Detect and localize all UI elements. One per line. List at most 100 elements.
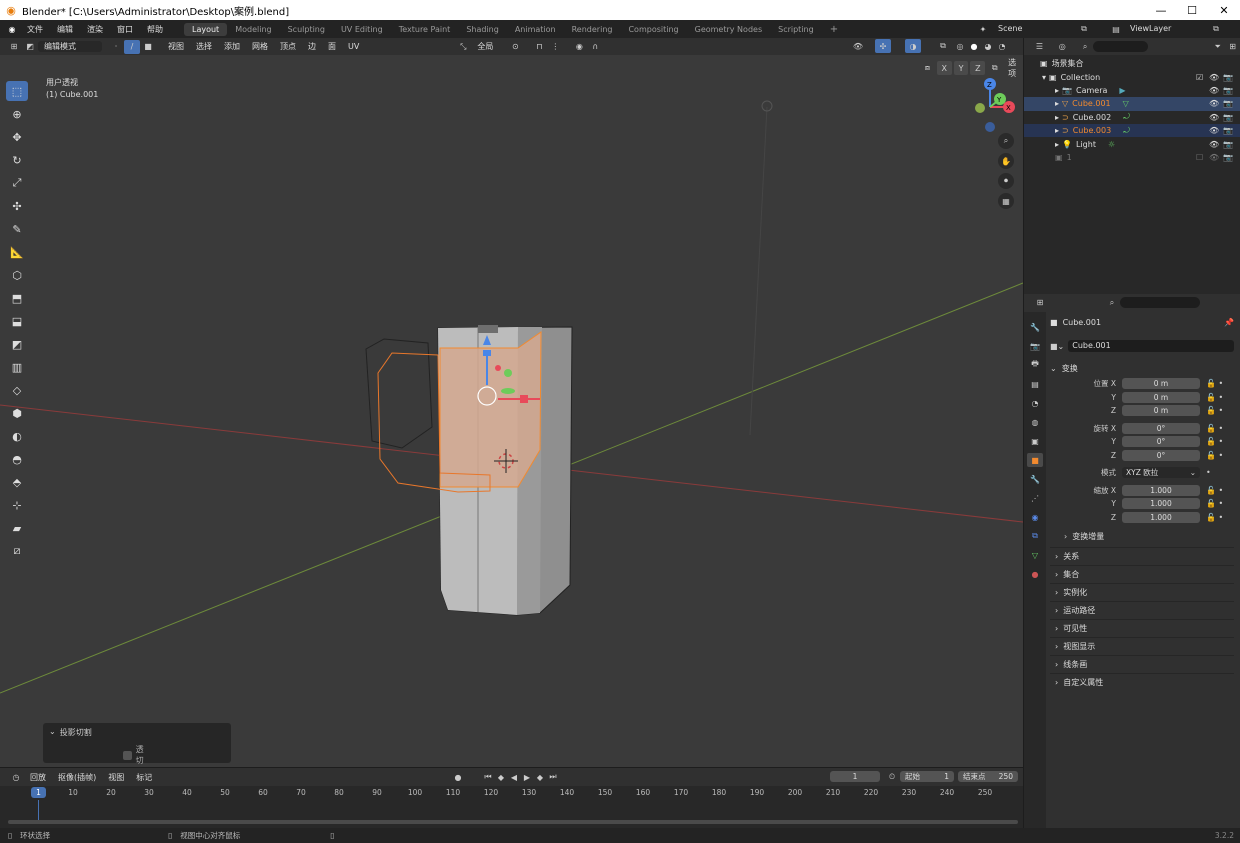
extrude-tool-icon[interactable]: ⬒: [6, 288, 28, 308]
falloff-icon[interactable]: ∩: [587, 40, 603, 54]
workspace-tab-geometry-nodes[interactable]: Geometry Nodes: [687, 23, 770, 36]
world-tab-icon[interactable]: ◍: [1027, 415, 1043, 429]
auto-merge-icon[interactable]: ⧉: [987, 61, 1002, 75]
annotate-tool-icon[interactable]: ✎: [6, 219, 28, 239]
menu-window[interactable]: 窗口: [110, 24, 140, 35]
transform-panel-header[interactable]: ⌄ 变换: [1050, 362, 1234, 374]
timeline-editor-icon[interactable]: ◷: [8, 770, 24, 784]
workspace-tab-sculpting[interactable]: Sculpting: [280, 23, 333, 36]
visibility-icon[interactable]: 👁: [850, 39, 866, 53]
pan-hand-icon[interactable]: ✋: [998, 153, 1014, 169]
rip-tool-icon[interactable]: ⧄: [6, 541, 28, 561]
menu-vertex[interactable]: 顶点: [274, 41, 302, 52]
camera-render-icon[interactable]: 📷: [1223, 153, 1233, 162]
menu-add[interactable]: 添加: [218, 41, 246, 52]
collection-tab-icon[interactable]: ▣: [1027, 434, 1043, 448]
eye-icon[interactable]: 👁: [1209, 113, 1219, 122]
expand-icon[interactable]: ▸: [1055, 126, 1059, 135]
vertex-select-icon[interactable]: ·: [108, 40, 124, 54]
rotation-x-field[interactable]: 0°: [1122, 422, 1200, 434]
checkbox-icon[interactable]: ☐: [1196, 153, 1203, 162]
menu-view[interactable]: 视图: [162, 41, 190, 52]
object-tab-icon[interactable]: ■: [1027, 453, 1043, 467]
tool-tab-icon[interactable]: 🔧: [1027, 320, 1043, 334]
pivot-icon[interactable]: ⊙: [507, 40, 523, 54]
snap-target-icon[interactable]: ⋮: [547, 40, 563, 54]
panel-custom-properties[interactable]: › 自定义属性: [1050, 672, 1234, 691]
menu-select[interactable]: 选择: [190, 41, 218, 52]
menu-keying[interactable]: 抠像(插帧): [52, 772, 102, 783]
object-name-field[interactable]: Cube.001: [1068, 340, 1234, 352]
scale-x-field[interactable]: 1.000: [1122, 484, 1200, 496]
current-frame-field[interactable]: 1: [830, 771, 880, 782]
lock-icon[interactable]: 🔓 •: [1206, 406, 1236, 415]
expand-icon[interactable]: ▸: [1055, 99, 1059, 108]
menu-edit[interactable]: 编辑: [50, 24, 80, 35]
panel-motion-paths[interactable]: › 运动路径: [1050, 600, 1234, 619]
panel-viewport-display[interactable]: › 视图显示: [1050, 636, 1234, 655]
outliner-row-collection[interactable]: ▾ ▣ Collection ☑ 👁 📷: [1024, 70, 1240, 83]
inset-tool-icon[interactable]: ⬓: [6, 311, 28, 331]
editor-type-icon[interactable]: ⊞: [6, 40, 22, 54]
eye-icon[interactable]: 👁: [1209, 140, 1219, 149]
expand-icon[interactable]: ▸: [1055, 86, 1059, 95]
workspace-tab-uv-editing[interactable]: UV Editing: [333, 23, 391, 36]
lock-icon[interactable]: 🔓 •: [1206, 486, 1236, 495]
select-box-tool-icon[interactable]: ⬚: [6, 81, 28, 101]
rotation-mode-select[interactable]: XYZ 欧拉 ⌄: [1122, 467, 1200, 478]
delta-transform-panel[interactable]: › 变换增量: [1050, 531, 1234, 543]
workspace-tab-texture-paint[interactable]: Texture Paint: [391, 23, 459, 36]
particles-tab-icon[interactable]: ⋰: [1027, 491, 1043, 505]
data-tab-icon[interactable]: ▽: [1027, 548, 1043, 562]
workspace-tab-rendering[interactable]: Rendering: [564, 23, 621, 36]
workspace-tab-modeling[interactable]: Modeling: [227, 23, 279, 36]
bevel-tool-icon[interactable]: ◩: [6, 334, 28, 354]
overlay-icon[interactable]: ◑: [905, 39, 921, 53]
lock-icon[interactable]: 🔓 •: [1206, 451, 1236, 460]
view-layer-tab-icon[interactable]: ▤: [1027, 377, 1043, 391]
lock-icon[interactable]: 🔓 •: [1206, 513, 1236, 522]
workspace-tab-animation[interactable]: Animation: [507, 23, 564, 36]
filter-icon[interactable]: ⏷: [1210, 40, 1225, 54]
scale-tool-icon[interactable]: ⤢: [6, 173, 28, 193]
new-viewlayer-icon[interactable]: ⧉: [1208, 22, 1224, 36]
search-icon[interactable]: ⌕: [1104, 296, 1120, 310]
outliner-editor-icon[interactable]: ☰: [1032, 40, 1047, 54]
navigation-gizmo[interactable]: Z Y X: [960, 75, 1020, 135]
scene-selector[interactable]: Scene: [998, 24, 1022, 33]
timeline-ruler[interactable]: 10 20 30 40 50 60 70 80 90 100 110 120 130 140 150 160 1…: [0, 788, 1023, 800]
clock-icon[interactable]: ⏲: [884, 770, 900, 784]
scene-tab-icon[interactable]: ◔: [1027, 396, 1043, 410]
maximize-icon[interactable]: ☐: [1176, 0, 1208, 20]
viewlayer-icon[interactable]: ▤: [1108, 22, 1124, 36]
menu-marker[interactable]: 标记: [130, 772, 158, 783]
start-frame-field[interactable]: 起始 1: [900, 771, 954, 782]
timeline-scrollbar[interactable]: [8, 820, 1018, 824]
playhead-marker[interactable]: 1: [31, 787, 46, 798]
location-x-field[interactable]: 0 m: [1122, 378, 1200, 389]
knife-tool-icon[interactable]: ◇: [6, 380, 28, 400]
workspace-tab-compositing[interactable]: Compositing: [620, 23, 686, 36]
render-tab-icon[interactable]: 📷: [1027, 339, 1043, 353]
timeline-area[interactable]: 10 20 30 40 50 60 70 80 90 100 110 120 130 140 150 160 1…: [0, 786, 1023, 828]
record-icon[interactable]: ●: [450, 770, 466, 784]
location-z-field[interactable]: 0 m: [1122, 405, 1200, 416]
menu-help[interactable]: 帮助: [140, 24, 170, 35]
camera-render-icon[interactable]: 📷: [1223, 99, 1233, 108]
eye-icon[interactable]: 👁: [1209, 153, 1219, 162]
constraints-tab-icon[interactable]: ⧉: [1027, 529, 1043, 543]
workspace-tab-layout[interactable]: Layout: [184, 22, 228, 36]
menu-playback[interactable]: 回放: [24, 772, 52, 783]
expand-icon[interactable]: ▸: [1055, 140, 1059, 149]
face-select-icon[interactable]: ■: [140, 40, 156, 54]
3d-viewport[interactable]: 用户透视 (1) Cube.001 ⧈ X Y Z ⧉ 选项 Z Y X ⌕ ✋…: [0, 55, 1023, 767]
panel-line-art[interactable]: › 线条画: [1050, 654, 1234, 673]
zoom-icon[interactable]: ⌕: [998, 133, 1014, 149]
new-scene-icon[interactable]: ⧉: [1076, 22, 1092, 36]
panel-visibility[interactable]: › 可见性: [1050, 618, 1234, 637]
properties-editor-icon[interactable]: ⊞: [1032, 296, 1048, 310]
end-frame-field[interactable]: 结束点 250: [958, 771, 1018, 782]
keyframe-icon[interactable]: •: [1206, 468, 1236, 477]
operator-panel-header[interactable]: ⌄ 投影切割: [43, 723, 231, 742]
scale-z-field[interactable]: 1.000: [1122, 511, 1200, 523]
